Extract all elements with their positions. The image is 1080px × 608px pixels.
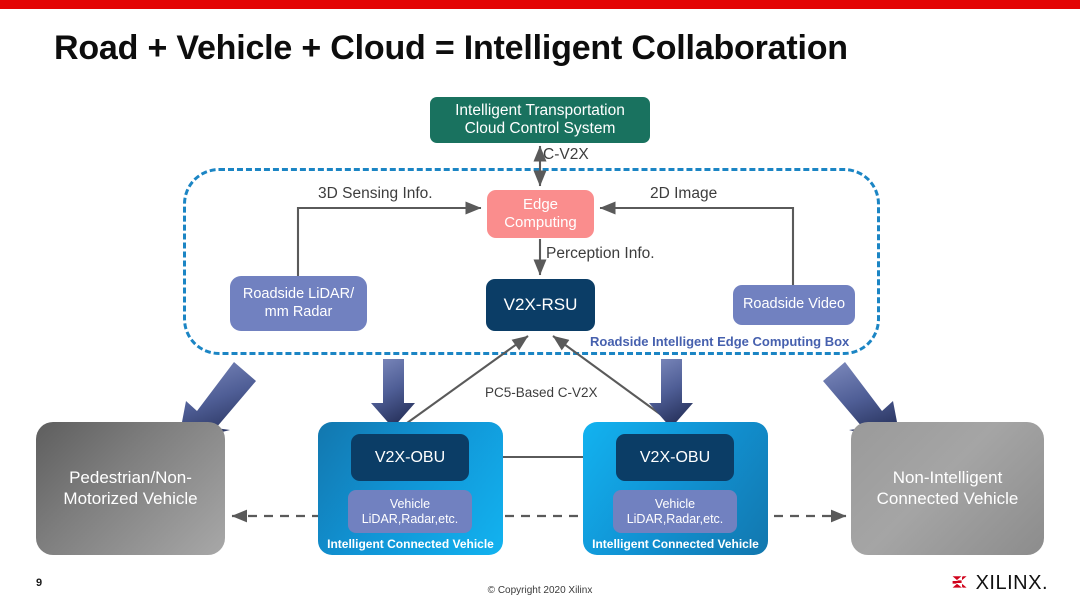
node-edge-line1: Edge	[522, 196, 559, 214]
node-v2x-obu-right-label: V2X-OBU	[639, 448, 711, 466]
node-roadside-video-label: Roadside Video	[742, 296, 846, 313]
node-vehicle-sensors-left[interactable]: Vehicle LiDAR,Radar,etc.	[348, 490, 472, 533]
label-perception-info: Perception Info.	[546, 245, 655, 262]
label-pc5-based-c-v2x: PC5-Based C-V2X	[485, 385, 598, 400]
node-v2x-obu-left[interactable]: V2X-OBU	[351, 434, 469, 481]
node-v2x-rsu-label: V2X-RSU	[503, 294, 578, 314]
node-non-intelligent-connected-vehicle[interactable]: Non-Intelligent Connected Vehicle	[851, 422, 1044, 555]
node-v2x-rsu[interactable]: V2X-RSU	[486, 279, 595, 331]
xilinx-logo: XILINX.	[950, 572, 1048, 595]
node-edge-computing[interactable]: Edge Computing	[487, 190, 594, 238]
node-non-intelligent-line2: Connected Vehicle	[876, 488, 1019, 508]
node-non-intelligent-label: Non-Intelligent Connected Vehicle	[877, 468, 1019, 508]
node-edge-label: Edge Computing	[504, 196, 577, 231]
node-pedestrian-non-motorized-vehicle[interactable]: Pedestrian/Non- Motorized Vehicle	[36, 422, 225, 555]
node-icv-right-caption: Intelligent Connected Vehicle	[592, 537, 759, 551]
label-c-v2x: C-V2X	[543, 146, 589, 163]
node-non-intelligent-line1: Non-Intelligent	[892, 468, 1003, 488]
node-roadside-video[interactable]: Roadside Video	[733, 285, 855, 325]
node-vehicle-sensors-right-label: Vehicle LiDAR,Radar,etc.	[627, 497, 724, 527]
node-vehicle-sensors-right-line1: Vehicle	[654, 496, 696, 511]
node-vehicle-sensors-left-label: Vehicle LiDAR,Radar,etc.	[362, 497, 459, 527]
node-lidar-label: Roadside LiDAR/ mm Radar	[243, 286, 354, 320]
node-v2x-obu-left-label: V2X-OBU	[374, 448, 446, 466]
node-icv-left-caption: Intelligent Connected Vehicle	[327, 537, 494, 551]
slide-canvas: Road + Vehicle + Cloud = Intelligent Col…	[0, 0, 1080, 608]
roadside-edge-computing-boundary-label: Roadside Intelligent Edge Computing Box	[590, 334, 850, 349]
node-lidar-line1: Roadside LiDAR/	[242, 286, 355, 303]
node-pedestrian-line2: Motorized Vehicle	[63, 488, 198, 508]
copyright-notice: © Copyright 2020 Xilinx	[487, 585, 593, 596]
node-v2x-obu-right[interactable]: V2X-OBU	[616, 434, 734, 481]
node-intelligent-connected-vehicle-right[interactable]: V2X-OBU Vehicle LiDAR,Radar,etc. Intelli…	[583, 422, 768, 555]
node-roadside-lidar-radar[interactable]: Roadside LiDAR/ mm Radar	[230, 276, 367, 331]
label-3d-sensing-info: 3D Sensing Info.	[318, 185, 433, 202]
node-cloud-line1: Intelligent Transportation	[455, 101, 625, 119]
node-pedestrian-line1: Pedestrian/Non-	[69, 468, 192, 488]
node-lidar-line2: mm Radar	[264, 303, 333, 320]
xilinx-logo-text: XILINX.	[975, 572, 1048, 594]
xilinx-logo-mark	[952, 575, 967, 588]
node-intelligent-connected-vehicle-left[interactable]: V2X-OBU Vehicle LiDAR,Radar,etc. Intelli…	[318, 422, 503, 555]
node-vehicle-sensors-left-line2: LiDAR,Radar,etc.	[361, 511, 459, 526]
node-vehicle-sensors-right[interactable]: Vehicle LiDAR,Radar,etc.	[613, 490, 737, 533]
node-cloud-label: Intelligent Transportation Cloud Control…	[455, 102, 625, 139]
node-vehicle-sensors-right-line2: LiDAR,Radar,etc.	[626, 511, 724, 526]
page-title: Road + Vehicle + Cloud = Intelligent Col…	[54, 29, 848, 67]
top-accent-bar	[0, 0, 1080, 9]
label-2d-image: 2D Image	[650, 185, 718, 202]
node-vehicle-sensors-left-line1: Vehicle	[389, 496, 431, 511]
node-intelligent-transportation-cloud[interactable]: Intelligent Transportation Cloud Control…	[430, 97, 650, 143]
node-cloud-line2: Cloud Control System	[464, 120, 616, 137]
node-pedestrian-label: Pedestrian/Non- Motorized Vehicle	[63, 468, 197, 508]
node-edge-line2: Computing	[504, 214, 577, 231]
